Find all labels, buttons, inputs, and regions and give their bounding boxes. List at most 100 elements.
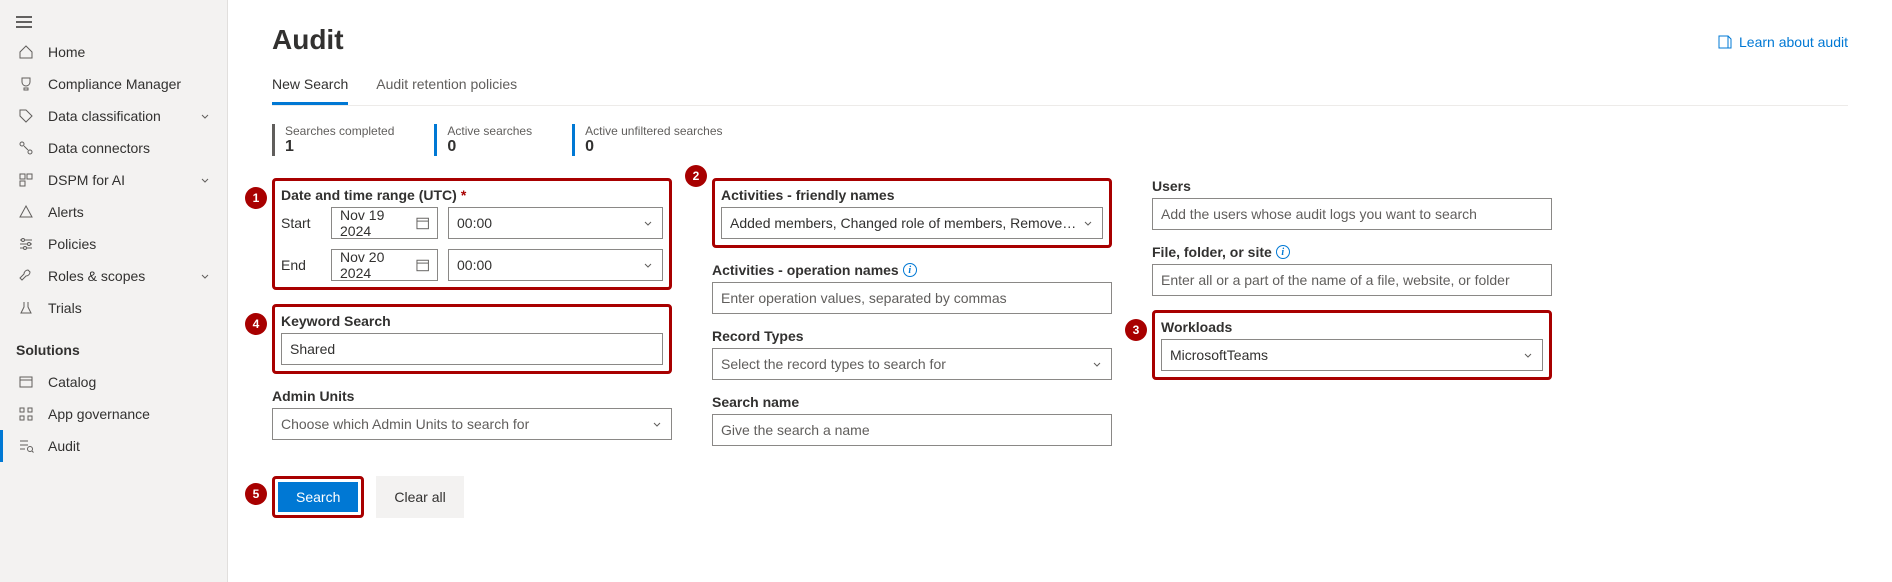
end-date-input[interactable]: Nov 20 2024 — [331, 249, 438, 281]
sidebar-item-label: Roles & scopes — [48, 268, 199, 284]
callout-5: 5 Search — [272, 476, 364, 518]
workloads-select[interactable]: MicrosoftTeams — [1161, 339, 1543, 371]
stat-label: Active unfiltered searches — [585, 124, 722, 138]
start-time-input[interactable]: 00:00 — [448, 207, 663, 239]
search-name-input[interactable]: Give the search a name — [712, 414, 1112, 446]
callout-3: 3 Workloads MicrosoftTeams — [1152, 310, 1552, 380]
clear-all-button[interactable]: Clear all — [376, 476, 463, 518]
sidebar-item-label: Data classification — [48, 108, 199, 124]
callout-1: 1 Date and time range (UTC) * Start Nov … — [272, 178, 672, 290]
workloads-label: Workloads — [1161, 319, 1543, 335]
stat-value: 0 — [585, 138, 722, 156]
search-name-label: Search name — [712, 394, 1112, 410]
sidebar-item-audit[interactable]: Audit — [0, 430, 227, 462]
sidebar-item-label: Data connectors — [48, 140, 211, 156]
sidebar-item-catalog[interactable]: Catalog — [0, 366, 227, 398]
sidebar-item-data-connectors[interactable]: Data connectors — [0, 132, 227, 164]
chevron-down-icon — [199, 110, 211, 122]
sidebar-item-policies[interactable]: Policies — [0, 228, 227, 260]
stat-active: Active searches 0 — [434, 124, 532, 156]
tag-icon — [16, 108, 36, 124]
admin-units-label: Admin Units — [272, 388, 672, 404]
sidebar-item-label: Compliance Manager — [48, 76, 211, 92]
stat-unfiltered: Active unfiltered searches 0 — [572, 124, 722, 156]
chevron-down-icon — [1522, 349, 1534, 361]
callout-2: 2 Activities - friendly names Added memb… — [712, 178, 1112, 248]
callout-marker-2: 2 — [685, 165, 707, 187]
required-asterisk: * — [461, 187, 466, 203]
stat-label: Searches completed — [285, 124, 394, 138]
learn-link-label: Learn about audit — [1739, 34, 1848, 50]
info-icon[interactable]: i — [903, 263, 917, 277]
grid-icon — [16, 172, 36, 188]
tab-new-search[interactable]: New Search — [272, 76, 348, 105]
main-content: Audit Learn about audit New Search Audit… — [228, 0, 1892, 582]
calendar-icon — [416, 216, 429, 230]
start-label: Start — [281, 215, 321, 231]
activities-friendly-select[interactable]: Added members, Changed role of members, … — [721, 207, 1103, 239]
file-folder-input[interactable]: Enter all or a part of the name of a fil… — [1152, 264, 1552, 296]
callout-marker-4: 4 — [245, 313, 267, 335]
book-icon — [1717, 34, 1733, 50]
sidebar-item-compliance[interactable]: Compliance Manager — [0, 68, 227, 100]
users-input[interactable]: Add the users whose audit logs you want … — [1152, 198, 1552, 230]
file-folder-label: File, folder, or site i — [1152, 244, 1552, 260]
stat-value: 0 — [447, 138, 532, 156]
chevron-down-icon — [1091, 358, 1103, 370]
record-types-label: Record Types — [712, 328, 1112, 344]
stat-completed: Searches completed 1 — [272, 124, 394, 156]
sidebar: Home Compliance Manager Data classificat… — [0, 0, 228, 582]
chevron-down-icon — [642, 217, 654, 229]
search-list-icon — [16, 438, 36, 454]
sidebar-item-dspm[interactable]: DSPM for AI — [0, 164, 227, 196]
tabs: New Search Audit retention policies — [272, 76, 1848, 106]
activities-friendly-label: Activities - friendly names — [721, 187, 1103, 203]
stats-row: Searches completed 1 Active searches 0 A… — [272, 124, 1848, 156]
record-types-select[interactable]: Select the record types to search for — [712, 348, 1112, 380]
sidebar-item-label: Policies — [48, 236, 211, 252]
calendar-icon — [416, 258, 429, 272]
alert-icon — [16, 204, 36, 220]
chevron-down-icon — [651, 418, 663, 430]
learn-about-audit-link[interactable]: Learn about audit — [1717, 34, 1848, 50]
sidebar-item-label: DSPM for AI — [48, 172, 199, 188]
hamburger-icon — [16, 16, 32, 28]
admin-units-select[interactable]: Choose which Admin Units to search for — [272, 408, 672, 440]
keyword-input[interactable]: Shared — [281, 333, 663, 365]
wrench-icon — [16, 268, 36, 284]
sidebar-item-alerts[interactable]: Alerts — [0, 196, 227, 228]
users-label: Users — [1152, 178, 1552, 194]
callout-marker-5: 5 — [245, 483, 267, 505]
activities-op-input[interactable]: Enter operation values, separated by com… — [712, 282, 1112, 314]
keyword-label: Keyword Search — [281, 313, 663, 329]
sidebar-item-trials[interactable]: Trials — [0, 292, 227, 324]
sidebar-item-label: App governance — [48, 406, 211, 422]
hamburger-menu[interactable] — [0, 8, 227, 36]
search-button[interactable]: Search — [278, 482, 358, 512]
sidebar-item-data-classification[interactable]: Data classification — [0, 100, 227, 132]
sidebar-item-home[interactable]: Home — [0, 36, 227, 68]
sliders-icon — [16, 236, 36, 252]
end-time-input[interactable]: 00:00 — [448, 249, 663, 281]
chevron-down-icon — [199, 174, 211, 186]
sidebar-item-label: Trials — [48, 300, 211, 316]
chevron-down-icon — [642, 259, 654, 271]
stat-label: Active searches — [447, 124, 532, 138]
connectors-icon — [16, 140, 36, 156]
callout-marker-1: 1 — [245, 187, 267, 209]
date-range-label: Date and time range (UTC) * — [281, 187, 663, 203]
page-title: Audit — [272, 24, 1848, 56]
sidebar-item-app-governance[interactable]: App governance — [0, 398, 227, 430]
sidebar-item-label: Catalog — [48, 374, 211, 390]
info-icon[interactable]: i — [1276, 245, 1290, 259]
sidebar-item-label: Alerts — [48, 204, 211, 220]
sidebar-item-label: Audit — [48, 438, 211, 454]
start-date-input[interactable]: Nov 19 2024 — [331, 207, 438, 239]
home-icon — [16, 44, 36, 60]
sidebar-item-roles[interactable]: Roles & scopes — [0, 260, 227, 292]
chevron-down-icon — [199, 270, 211, 282]
tab-retention-policies[interactable]: Audit retention policies — [376, 76, 517, 105]
callout-marker-3: 3 — [1125, 319, 1147, 341]
activities-op-label: Activities - operation names i — [712, 262, 1112, 278]
sidebar-item-label: Home — [48, 44, 211, 60]
